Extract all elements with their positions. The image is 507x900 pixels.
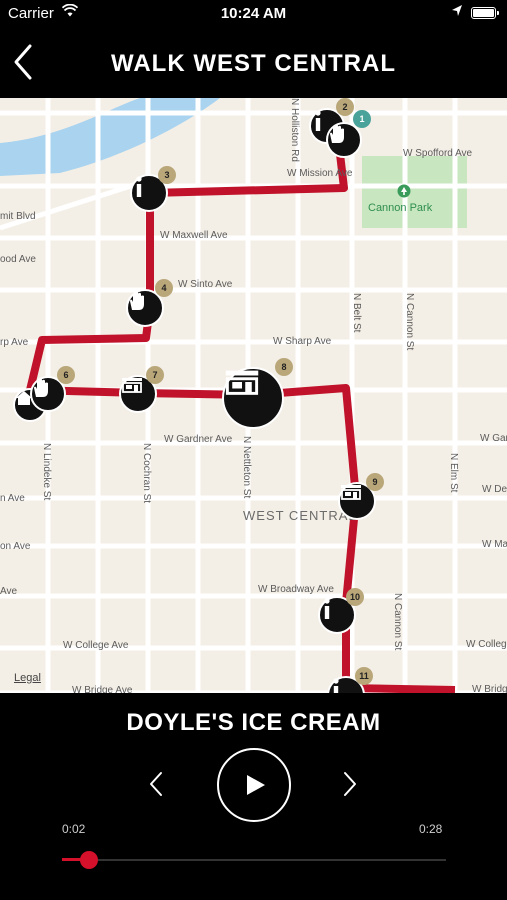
street-label: W Bridg (472, 684, 507, 693)
previous-stop-icon[interactable] (146, 769, 166, 799)
street-label: ood Ave (0, 254, 36, 265)
street-label: N Elm St (448, 453, 459, 493)
nav-bar: WALK WEST CENTRAL (0, 28, 507, 98)
info-icon (136, 176, 142, 197)
street-label: W Maxwell Ave (160, 230, 228, 241)
street-label: N Cochran St (141, 443, 152, 504)
stop-number-badge: 10 (346, 588, 364, 606)
play-icon (247, 775, 265, 795)
stop-number-badge: 8 (275, 358, 293, 376)
stop-number-badge: 7 (146, 366, 164, 384)
street-label: N Belt St (351, 293, 362, 333)
storefront-icon (122, 378, 142, 393)
street-label: W Gar (480, 433, 507, 444)
stop-number-badge: 4 (155, 279, 173, 297)
park-label: Cannon Park (368, 202, 433, 214)
legal-link[interactable]: Legal (14, 672, 41, 684)
street-label: Ave (0, 586, 18, 597)
street-label: W College Ave (63, 640, 129, 651)
street-label: W Sharp Ave (273, 336, 332, 347)
storefront-icon (341, 485, 361, 500)
audio-player: DOYLE'S ICE CREAM 0:02 0:28 (0, 693, 507, 900)
play-button[interactable] (217, 748, 291, 822)
park-tree-icon (397, 184, 411, 198)
street-label: W Sinto Ave (178, 279, 233, 290)
info-icon (333, 678, 339, 693)
street-label: W Gardner Ave (164, 434, 233, 445)
street-label: mit Blvd (0, 211, 36, 222)
street-label: W Ma (482, 539, 507, 550)
stop-number-badge: 6 (57, 366, 75, 384)
hand-icon (34, 378, 48, 397)
map-view[interactable]: W Mission Ave W Spofford Ave W Maxwell A… (0, 98, 507, 693)
info-icon (324, 598, 330, 619)
park-area (362, 156, 467, 228)
street-label: N Lindeke St (41, 443, 52, 501)
elapsed-time: 0:02 (62, 822, 86, 836)
river-shape (0, 98, 220, 176)
status-bar: Carrier 10:24 AM (0, 0, 507, 28)
hand-icon (330, 124, 344, 143)
current-stop-title: DOYLE'S ICE CREAM (126, 709, 381, 736)
status-time: 10:24 AM (220, 5, 287, 22)
progress-track[interactable] (62, 859, 446, 861)
street-label: W Spofford Ave (403, 148, 473, 159)
street-label: W Broadway Ave (258, 584, 334, 595)
street-label: W Bridge Ave (72, 685, 133, 693)
stop-number-badge: 3 (158, 166, 176, 184)
next-stop-icon[interactable] (340, 769, 360, 799)
location-arrow-icon (452, 5, 462, 16)
street-label: rp Ave (0, 337, 29, 348)
street-label: N Cannon St (392, 593, 403, 651)
stop-number-badge: 1 (353, 110, 371, 128)
street-label: N Nettleton St (241, 436, 252, 499)
info-icon (315, 110, 321, 131)
stop-number-badge: 2 (336, 98, 354, 116)
street-label: N Holliston Rd (289, 98, 300, 162)
street-label: N Cannon St (404, 293, 415, 351)
street-label: W Mission Ave (287, 168, 353, 179)
stop-marker-1[interactable] (326, 122, 362, 158)
total-duration: 0:28 (419, 822, 443, 836)
hand-icon (130, 291, 144, 310)
storefront-icon (225, 370, 259, 395)
page-title: WALK WEST CENTRAL (111, 50, 396, 77)
street-label: W De (482, 484, 507, 495)
stop-number-badge: 9 (366, 473, 384, 491)
street-label: on Ave (0, 541, 31, 552)
street-label: W Colleg (466, 639, 507, 650)
stop-marker-8-selected[interactable] (222, 367, 284, 429)
street-label: n Ave (0, 493, 25, 504)
progress-thumb[interactable] (79, 851, 98, 869)
stop-number-badge: 11 (355, 667, 373, 685)
battery-icon (471, 7, 499, 19)
